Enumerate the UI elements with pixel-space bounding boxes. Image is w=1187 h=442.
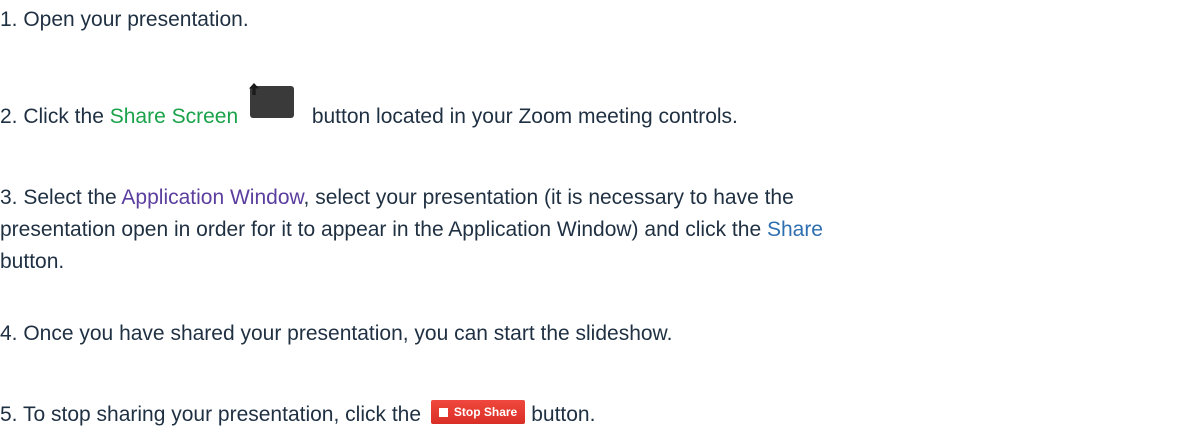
step-3-line-3: button.: [0, 250, 65, 273]
stop-share-button: Stop Share: [430, 400, 526, 425]
share-screen-icon: [248, 83, 294, 118]
stop-share-label: Stop Share: [453, 405, 518, 420]
instructions-document: 1. Open your presentation. 2. Click the …: [0, 0, 1187, 442]
step-1-text: 1. Open your presentation.: [0, 8, 249, 31]
arrow-up-icon: [248, 83, 259, 95]
step-1: 1. Open your presentation.: [0, 4, 249, 36]
share-label: Share: [766, 218, 823, 241]
step-3-line-1-prefix: 3. Select the: [0, 186, 122, 209]
step-2: 2. Click the Share Screen button located…: [0, 83, 738, 133]
step-5: 5. To stop sharing your presentation, cl…: [0, 399, 595, 431]
step-5-suffix: button.: [531, 403, 596, 426]
step-3: 3. Select the Application Window, select…: [0, 182, 823, 278]
share-screen-label: Share Screen: [109, 105, 239, 128]
step-3-line-1-suffix: , select your presentation (it is necess…: [303, 186, 794, 209]
step-3-line-2-text: presentation open in order for it to app…: [0, 218, 767, 241]
step-2-suffix: button located in your Zoom meeting cont…: [305, 105, 738, 128]
step-4: 4. Once you have shared your presentatio…: [0, 318, 672, 350]
step-5-prefix: 5. To stop sharing your presentation, cl…: [0, 403, 427, 426]
application-window-label: Application Window: [121, 186, 304, 209]
step-4-text: 4. Once you have shared your presentatio…: [0, 322, 673, 345]
step-3-line-1: 3. Select the Application Window, select…: [0, 182, 823, 214]
step-2-prefix: 2. Click the: [0, 105, 110, 128]
step-3-line-2: presentation open in order for it to app…: [0, 214, 823, 246]
stop-square-icon: [438, 407, 448, 417]
